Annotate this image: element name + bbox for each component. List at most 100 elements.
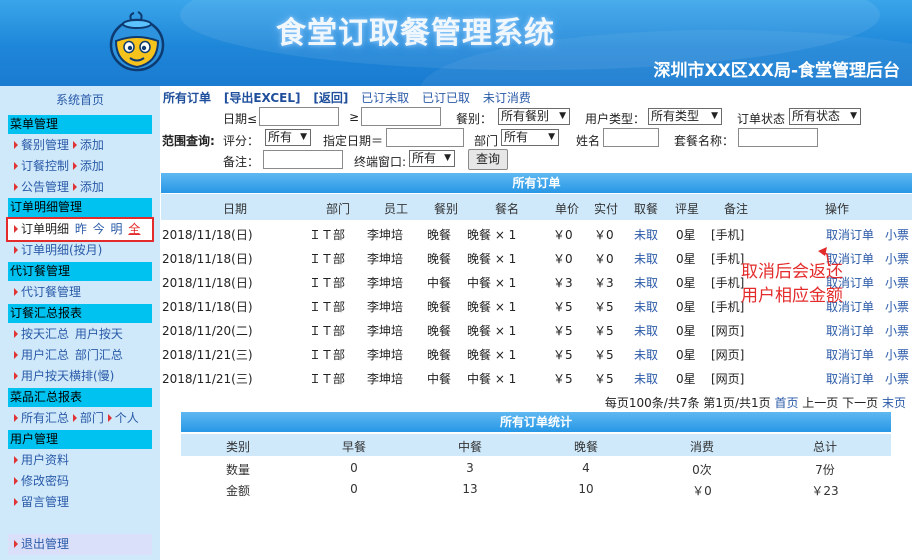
cell-rating: 0星 (676, 252, 696, 266)
announcement-add-link[interactable]: 添加 (80, 180, 104, 194)
arrow-right-icon (72, 414, 77, 422)
cancel-order-link[interactable]: 取消订单 (826, 322, 874, 339)
cell-staff: 李坤培 (367, 372, 404, 386)
cancel-order-link[interactable]: 取消订单 (826, 370, 874, 387)
user-daily-link[interactable]: 用户按天 (75, 327, 123, 341)
all-orders-link[interactable]: 所有订单 (163, 91, 211, 105)
sidebar-item-user-profile: 用户资料 (8, 450, 152, 471)
cell-price: ￥5 (553, 324, 573, 338)
arrow-right-icon (14, 498, 18, 506)
receipt-link[interactable]: 小票 (885, 274, 909, 291)
change-password-link[interactable]: 修改密码 (21, 474, 69, 488)
meal-type-add-link[interactable]: 添加 (80, 138, 104, 152)
rating-select-value: 所有 (268, 130, 293, 144)
canteen-logo-icon (109, 11, 165, 72)
pager-prev-link[interactable]: 上一页 (802, 396, 838, 410)
order-detail-tomorrow-link[interactable]: 明 (111, 222, 123, 236)
receipt-link[interactable]: 小票 (885, 298, 909, 315)
logout-button[interactable]: 退出管理 (8, 534, 152, 555)
order-status-select[interactable]: 所有状态 ▼ (789, 108, 861, 125)
package-name-input[interactable] (738, 128, 818, 147)
col-rating: 评星 (675, 202, 700, 216)
take-status-link[interactable]: 未取 (634, 274, 658, 291)
dropdown-arrow-icon: ▼ (444, 153, 451, 163)
receipt-link[interactable]: 小票 (885, 226, 909, 243)
dropdown-arrow-icon: ▼ (711, 111, 718, 121)
order-detail-monthly-link[interactable]: 订单明细(按月) (21, 243, 102, 257)
receipt-link[interactable]: 小票 (885, 322, 909, 339)
cancel-order-link[interactable]: 取消订单 (826, 346, 874, 363)
cell-price: ￥0 (553, 252, 573, 266)
user-type-select[interactable]: 所有类型 ▼ (648, 108, 722, 125)
user-daily-row-link[interactable]: 用户按天横排(慢) (21, 369, 114, 383)
order-detail-yesterday-link[interactable]: 昨 (75, 222, 87, 236)
cell-remark: [手机] (711, 300, 745, 314)
cell-rating: 0星 (676, 276, 696, 290)
date-ge-input[interactable] (361, 107, 441, 126)
take-status-link[interactable]: 未取 (634, 322, 658, 339)
stats-col-breakfast: 早餐 (341, 440, 366, 454)
dept-select[interactable]: 所有 ▼ (501, 129, 559, 146)
date-le-input[interactable] (259, 107, 339, 126)
order-control-add-link[interactable]: 添加 (80, 159, 104, 173)
dropdown-arrow-icon: ▼ (850, 111, 857, 121)
meal-type-select[interactable]: 所有餐别 ▼ (498, 108, 570, 125)
stats-cell: 0 (350, 482, 358, 496)
cell-remark: [手机] (711, 228, 745, 242)
table-row: 2018/11/21(三) ＩＴ部 李坤培 中餐 中餐 × 1 ￥5 ￥5 未取 0星 [网页] 取… (161, 366, 912, 390)
all-summary-link[interactable]: 所有汇总 (21, 411, 69, 425)
proxy-order-link[interactable]: 代订餐管理 (21, 285, 81, 299)
not-consumed-link[interactable]: 未订消费 (483, 91, 531, 105)
order-detail-today-link[interactable]: 今 (93, 222, 105, 236)
ordered-not-taken-link[interactable]: 已订未取 (361, 91, 409, 105)
pager-first-link[interactable]: 首页 (774, 396, 798, 410)
cell-meal: 晚餐 (427, 324, 452, 338)
order-detail-all-link[interactable]: 全 (128, 222, 140, 236)
user-summary-link[interactable]: 用户汇总 (21, 348, 69, 362)
user-profile-link[interactable]: 用户资料 (21, 453, 69, 467)
order-detail-label[interactable]: 订单明细 (21, 222, 69, 236)
announcement-link[interactable]: 公告管理 (21, 180, 69, 194)
arrow-right-icon (14, 456, 18, 464)
meal-type-link[interactable]: 餐别管理 (21, 138, 69, 152)
messages-link[interactable]: 留言管理 (21, 495, 69, 509)
name-input[interactable] (603, 128, 659, 147)
export-excel-link[interactable]: [导出EXCEL] (224, 91, 301, 105)
cell-staff: 李坤培 (367, 348, 404, 362)
take-status-link[interactable]: 未取 (634, 370, 658, 387)
receipt-link[interactable]: 小票 (885, 370, 909, 387)
receipt-link[interactable]: 小票 (885, 250, 909, 267)
date-le-label: 日期≤ (223, 112, 258, 126)
dept-summary-link[interactable]: 部门汇总 (75, 348, 123, 362)
sidebar-section-dish-summary-items: 所有汇总 部门 个人 (8, 408, 152, 429)
back-link[interactable]: [返回] (313, 91, 348, 105)
receipt-link[interactable]: 小票 (885, 346, 909, 363)
cancel-note-annotation: 取消后会返还用户相应金额 (741, 262, 843, 306)
take-status-link[interactable]: 未取 (634, 250, 658, 267)
personal-dish-link[interactable]: 个人 (115, 411, 139, 425)
order-control-link[interactable]: 订餐控制 (21, 159, 69, 173)
arrow-right-icon (14, 414, 18, 422)
sidebar-home-link[interactable]: 系统首页 (0, 86, 160, 114)
rating-select[interactable]: 所有 ▼ (265, 129, 311, 146)
sidebar-item-announcement: 公告管理 添加 (8, 177, 152, 198)
stats-cell: 金额 (225, 484, 250, 498)
sidebar-item-order-detail: 订单明细 昨 今 明 全 (6, 217, 154, 242)
terminal-select[interactable]: 所有 ▼ (409, 150, 455, 167)
dept-dish-link[interactable]: 部门 (80, 411, 104, 425)
take-status-link[interactable]: 未取 (634, 226, 658, 243)
pager-next-link[interactable]: 下一页 (842, 396, 878, 410)
daily-summary-link[interactable]: 按天汇总 (21, 327, 69, 341)
dept-label: 部门 (474, 134, 499, 148)
ordered-taken-link[interactable]: 已订已取 (422, 91, 470, 105)
remark-input[interactable] (263, 150, 343, 169)
query-button[interactable]: 查询 (468, 149, 508, 170)
take-status-link[interactable]: 未取 (634, 298, 658, 315)
cell-meal: 中餐 (427, 372, 452, 386)
take-status-link[interactable]: 未取 (634, 346, 658, 363)
stats-cell: ￥23 (811, 484, 839, 498)
cell-staff: 李坤培 (367, 228, 404, 242)
fixed-date-input[interactable] (386, 128, 464, 147)
pager-last-link[interactable]: 末页 (882, 396, 906, 410)
cell-meal: 晚餐 (427, 252, 452, 266)
